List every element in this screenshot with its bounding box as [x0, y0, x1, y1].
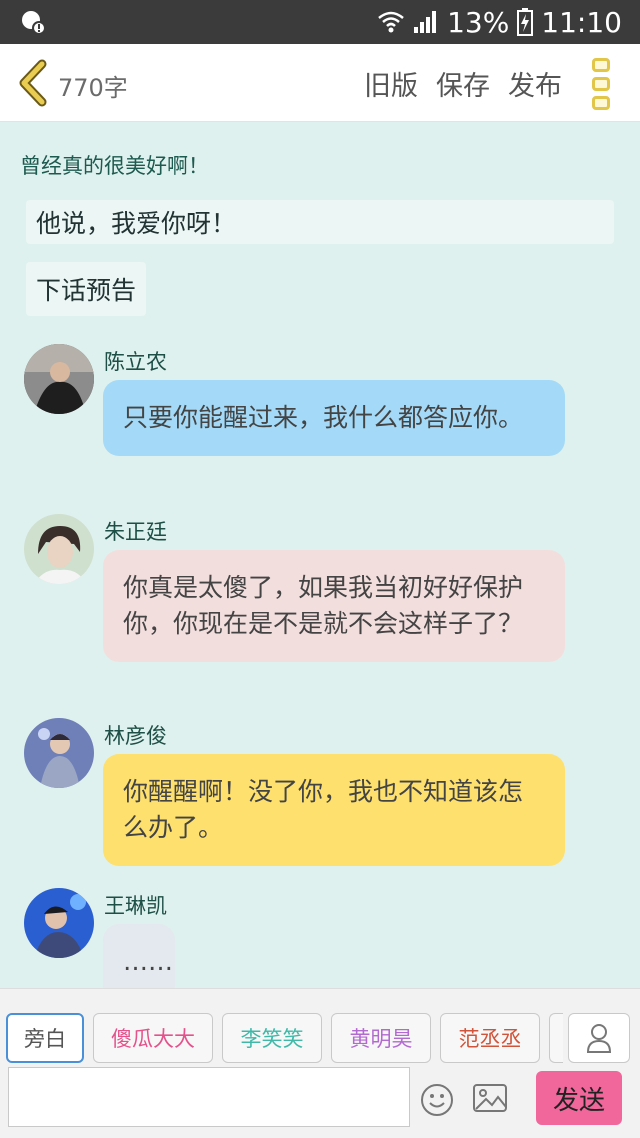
avatar[interactable]	[24, 718, 94, 788]
old-version-button[interactable]: 旧版	[364, 64, 418, 103]
signal-icon	[413, 10, 439, 34]
insert-image-button[interactable]	[472, 1083, 508, 1113]
narration-block[interactable]: 下话预告	[26, 262, 147, 316]
character-chip[interactable]: 范丞丞	[440, 1013, 540, 1063]
battery-percent: 13%	[447, 5, 510, 39]
avatar[interactable]	[24, 344, 94, 414]
character-selector: 旁白 傻瓜大大 李笑笑 黄明昊 范丞丞	[6, 1013, 563, 1063]
smiley-icon	[421, 1084, 453, 1116]
character-name: 林彦俊	[104, 724, 167, 748]
clock: 11:10	[541, 5, 622, 39]
emoji-button[interactable]	[420, 1083, 454, 1117]
character-manager-button[interactable]	[568, 1013, 630, 1063]
character-chip-narrator[interactable]: 旁白	[6, 1013, 84, 1063]
character-chip[interactable]: 李笑笑	[222, 1013, 322, 1063]
character-name: 王琳凯	[104, 894, 167, 918]
message-bubble[interactable]: 你醒醒啊！没了你，我也不知道该怎么办了。	[103, 754, 565, 866]
more-menu-button[interactable]	[592, 58, 616, 110]
character-chip-partial[interactable]	[549, 1013, 563, 1063]
battery-charging-icon	[517, 8, 534, 36]
character-name: 陈立农	[104, 350, 167, 374]
avatar[interactable]	[24, 888, 94, 958]
chevron-left-icon	[19, 59, 47, 107]
message-input[interactable]	[8, 1067, 410, 1127]
back-button[interactable]	[14, 58, 54, 108]
message-bubble[interactable]: 你真是太傻了，如果我当初好好保护你，你现在是不是就不会这样子了？	[103, 550, 565, 662]
publish-button[interactable]: 发布	[508, 64, 562, 103]
menu-dot-icon	[592, 96, 610, 110]
person-icon	[586, 1024, 612, 1053]
status-bar: 13% 11:10	[0, 0, 640, 44]
input-bar: 旁白 傻瓜大大 李笑笑 黄明昊 范丞丞 发送	[0, 988, 640, 1138]
message-bubble[interactable]: 只要你能醒过来，我什么都答应你。	[103, 380, 565, 456]
chat-content: 曾经真的很美好啊！ 他说，我爱你呀！ 下话预告 陈立农 只要你能醒过来，我什么都…	[0, 122, 640, 988]
message-bubble[interactable]: ……	[103, 924, 175, 988]
avatar[interactable]	[24, 514, 94, 584]
character-name: 朱正廷	[104, 520, 167, 544]
notification-icon	[20, 9, 46, 35]
menu-dot-icon	[592, 58, 610, 72]
save-button[interactable]: 保存	[436, 64, 490, 103]
editor-header: 770字 旧版 保存 发布	[0, 44, 640, 122]
menu-dot-icon	[592, 77, 610, 91]
character-chip[interactable]: 黄明昊	[331, 1013, 431, 1063]
story-text: 曾经真的很美好啊！	[20, 154, 209, 178]
image-icon	[473, 1084, 507, 1112]
send-button[interactable]: 发送	[536, 1071, 622, 1125]
word-count: 770字	[58, 74, 128, 102]
narration-block[interactable]: 他说，我爱你呀！	[26, 200, 614, 244]
wifi-icon	[377, 10, 405, 34]
character-chip[interactable]: 傻瓜大大	[93, 1013, 213, 1063]
